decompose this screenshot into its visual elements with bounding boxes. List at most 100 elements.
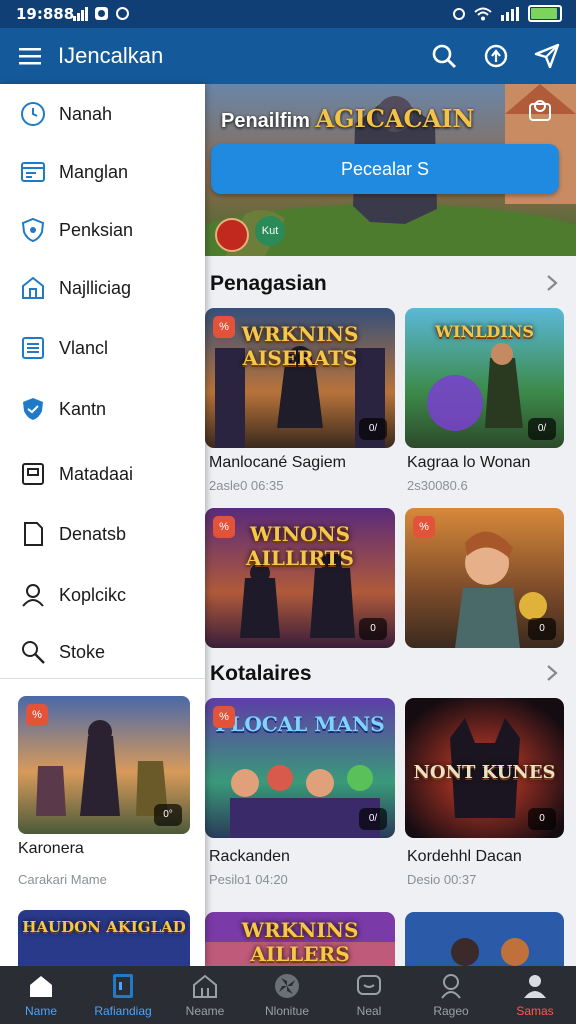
drawer-item-vlancl[interactable]: Vlancl — [0, 322, 205, 374]
app-notification-icon — [95, 7, 108, 20]
nav-label: Neame — [185, 1004, 225, 1018]
profile-icon — [524, 975, 546, 998]
nav-label: Rafiandiag — [94, 1004, 152, 1018]
status-bar: 19:888 — [0, 0, 576, 28]
hero-badge-icon — [529, 100, 551, 121]
drawer-item-label: Denatsb — [59, 523, 127, 544]
hero-brand-logo: AGICACAIN — [315, 104, 475, 133]
nav-home[interactable]: Name — [0, 966, 82, 1024]
card-subtitle: Desio 00:37 — [407, 872, 477, 887]
bottom-navigation: Name Rafiandiag Neame Nlonitue Neal Rage… — [0, 966, 576, 1024]
drawer-item-kantn[interactable]: Kantn — [0, 383, 205, 435]
shield-chat-icon — [21, 217, 45, 243]
drawer-item-label: Matadaai — [59, 463, 134, 484]
nav-samas[interactable]: Samas — [494, 966, 576, 1024]
app-title: IJencalkan — [58, 43, 164, 68]
drawer-item-penksian[interactable]: Penksian — [0, 204, 205, 256]
hero-chip: Kut — [255, 216, 285, 246]
card-badge-right: 0/ — [528, 418, 556, 440]
nav-neame[interactable]: Neame — [164, 966, 246, 1024]
drawer-item-label: Najlliciag — [59, 277, 132, 298]
nav-nlonitue[interactable]: Nlonitue — [246, 966, 328, 1024]
search-people-icon — [22, 641, 45, 664]
app-bar: IJencalkan — [0, 28, 576, 84]
nav-label: Samas — [516, 1004, 554, 1018]
wifi-icon — [474, 7, 492, 20]
card-logo: HAUDON AKIGLAD — [22, 918, 186, 936]
cell-signal-icon — [501, 6, 519, 21]
home-icon — [30, 976, 52, 997]
drawer-item-label: Manglan — [59, 161, 129, 182]
chevron-right-icon[interactable] — [543, 664, 561, 682]
drawer-item-denatsb[interactable]: Denatsb — [0, 508, 205, 560]
house-outline-icon — [193, 974, 217, 998]
game-card[interactable]: WRKNINS AISERATS % 0/ — [205, 308, 395, 448]
card-badge-right: 0/ — [359, 418, 387, 440]
card-badge-right: 0° — [154, 804, 182, 826]
sync-status-icon — [116, 7, 129, 20]
frame-icon — [22, 463, 44, 485]
drawer-item-matadaai[interactable]: Matadaai — [0, 448, 205, 500]
drawer-item-label: Vlancl — [59, 337, 109, 358]
nav-rageo[interactable]: Rageo — [410, 966, 492, 1024]
drawer-item-label: Nanah — [59, 103, 113, 124]
drawer-divider — [0, 678, 205, 679]
hero-avatar-icon — [215, 218, 249, 252]
drawer-featured-card[interactable]: HAUDON AKIGLAD — [18, 910, 190, 966]
drawer-featured-card[interactable]: % 0° — [18, 696, 190, 834]
card-logo: WINLDINS — [435, 322, 534, 341]
section-title-penagasian: Penagasian — [210, 272, 327, 295]
drawer-item-manglan[interactable]: Manglan — [0, 146, 205, 198]
game-card[interactable] — [405, 912, 564, 966]
game-card[interactable]: NONT KUNES 0 — [405, 698, 564, 838]
hero-action-button[interactable]: Pecealar S — [211, 144, 559, 194]
nav-neal[interactable]: Neal — [328, 966, 410, 1024]
drawer-item-label: Kantn — [59, 398, 107, 419]
sync-icon[interactable] — [482, 42, 510, 70]
card-artwork — [405, 912, 564, 966]
game-card[interactable]: WINLDINS 0/ — [405, 308, 564, 448]
chevron-right-icon[interactable] — [543, 274, 561, 292]
status-right-icons — [452, 5, 562, 22]
menu-icon[interactable] — [18, 44, 42, 68]
status-left-icons — [72, 6, 130, 21]
card-title: Rackanden — [209, 848, 290, 865]
nav-label: Rageo — [433, 1004, 469, 1018]
signal-icon — [73, 6, 88, 21]
card-badge-left: % — [213, 516, 235, 538]
card-subtitle: Pesilo1 04:20 — [209, 872, 288, 887]
send-icon[interactable] — [533, 42, 561, 70]
card-title: Manlocané Sagiem — [209, 454, 346, 471]
search-icon[interactable] — [430, 42, 458, 70]
card-badge-right: 0 — [359, 618, 387, 640]
drawer-item-najlliciag[interactable]: Najlliciag — [0, 262, 205, 314]
hero-banner[interactable]: Penailfim AGICACAIN Pecealar S Kut — [205, 84, 576, 256]
card-subtitle: 2s30080.6 — [407, 478, 468, 493]
card-title: Kordehhl Dacan — [407, 848, 522, 865]
drawer-item-stoke[interactable]: Stoke — [0, 626, 205, 678]
featured-subtitle: Carakari Mame — [18, 872, 107, 887]
nav-label: Neal — [356, 1004, 382, 1018]
card-badge-left: % — [213, 706, 235, 728]
page-icon — [24, 522, 43, 546]
game-card[interactable]: WRKNINS AILLERS — [205, 912, 395, 966]
hero-title: Penailfim AGICACAIN — [221, 104, 474, 133]
drawer-item-label: Stoke — [59, 641, 106, 662]
game-card[interactable]: WINONS AILLIRTS % 0 — [205, 508, 395, 648]
nav-label: Name — [24, 1004, 57, 1018]
clock-icon — [21, 102, 45, 126]
navigation-drawer: Nanah Manglan Penksian Najlliciag Vlancl… — [0, 84, 205, 966]
drawer-item-nanah[interactable]: Nanah — [0, 88, 205, 140]
nav-rafiandiag[interactable]: Rafiandiag — [82, 966, 164, 1024]
card-subtitle: 2asle0 06:35 — [209, 478, 284, 493]
card-badge-right: 0/ — [359, 808, 387, 830]
game-card[interactable]: PLOCAL MANS % 0/ — [205, 698, 395, 838]
card-logo: WRKNINS AILLERS — [241, 918, 359, 966]
section-title-kotalaires: Kotalaires — [210, 662, 312, 685]
user-icon — [22, 584, 44, 607]
tablet-icon — [113, 974, 133, 998]
game-card[interactable]: % 0 — [405, 508, 564, 648]
drawer-item-label: Koplcikc — [59, 584, 127, 605]
list-card-icon — [21, 162, 45, 182]
drawer-item-koplcikc[interactable]: Koplcikc — [0, 569, 205, 621]
